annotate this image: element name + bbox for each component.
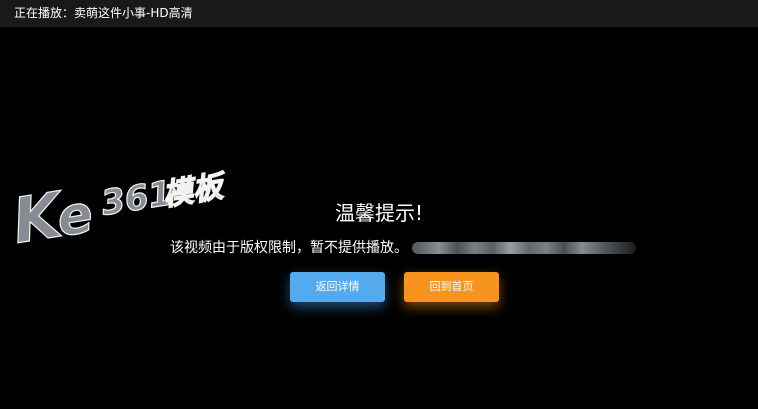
blurred-text bbox=[412, 241, 636, 254]
back-to-home-button[interactable]: 回到首页 bbox=[404, 272, 499, 302]
notice-message: 该视频由于版权限制，暂不提供播放。 bbox=[170, 239, 408, 256]
notice-message-row: 该视频由于版权限制，暂不提供播放。 bbox=[170, 237, 636, 257]
now-playing-title: 正在播放：卖萌这件小事-HD高清 bbox=[14, 6, 193, 20]
top-bar: 正在播放：卖萌这件小事-HD高清 bbox=[0, 0, 758, 27]
notice-title: 温馨提示! bbox=[334, 201, 424, 225]
player-page: 正在播放：卖萌这件小事-HD高清 K e 361 模板 温馨提示! 该视频由于版… bbox=[0, 0, 758, 409]
back-to-details-button[interactable]: 返回详情 bbox=[290, 272, 385, 302]
